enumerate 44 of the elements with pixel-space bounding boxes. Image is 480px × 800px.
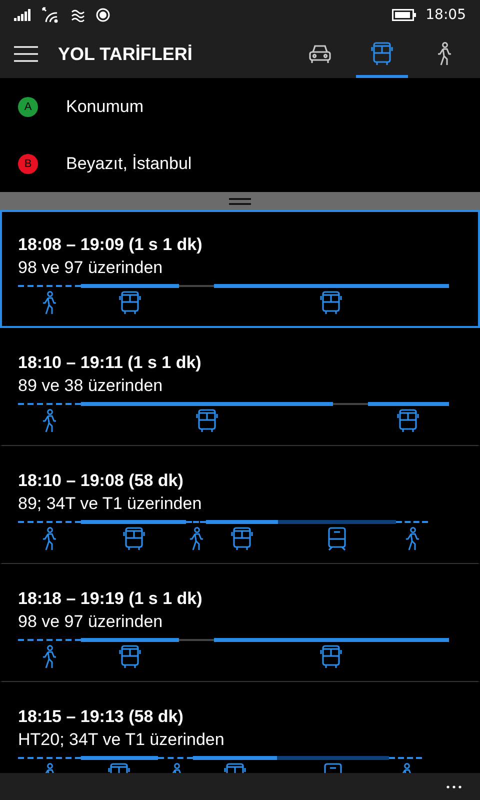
location-icon [96, 8, 110, 22]
route-time: 18:15 – 19:13 (58 dk) [18, 706, 184, 728]
walking-person-icon [40, 645, 58, 669]
clock-time: 18:05 [426, 7, 466, 23]
bus-icon [320, 291, 342, 315]
bus-icon [118, 645, 141, 669]
route-lines: 89; 34T ve T1 üzerinden [18, 493, 203, 515]
bus-icon [320, 645, 342, 669]
route-time: 18:18 – 19:19 (1 s 1 dk) [18, 588, 204, 610]
walking-person-icon [435, 42, 453, 66]
walking-person-icon [40, 409, 58, 433]
waypoint-label[interactable]: Beyazıt, İstanbul [66, 154, 192, 174]
route-time: 18:10 – 19:11 (1 s 1 dk) [18, 352, 202, 374]
battery-icon [392, 9, 416, 21]
more-icon[interactable] [446, 784, 462, 788]
drag-handle-icon[interactable] [229, 198, 251, 204]
route-option[interactable]: 18:08 – 19:09 (1 s 1 dk) 98 ve 97 üzerinden [0, 210, 480, 328]
waypoint-badge: B [18, 154, 38, 174]
waypoint-badge: A [18, 96, 38, 116]
bus-icon [397, 409, 420, 433]
sync-icon [70, 8, 86, 22]
bus-icon [196, 409, 218, 433]
walking-person-icon [40, 291, 58, 315]
signal-icon [14, 9, 32, 21]
route-time: 18:08 – 19:09 (1 s 1 dk) [18, 234, 204, 256]
route-lines: HT20; 34T ve T1 üzerinden [18, 729, 226, 751]
bus-icon [122, 527, 144, 551]
route-lines: 98 ve 97 üzerinden [18, 611, 164, 633]
bus-icon [371, 42, 393, 66]
route-time: 18:10 – 19:08 (58 dk) [18, 470, 184, 492]
route-lines: 98 ve 97 üzerinden [18, 257, 164, 279]
route-lines: 89 ve 38 üzerinden [18, 375, 164, 397]
bus-icon [230, 527, 253, 551]
walking-person-icon [40, 527, 58, 551]
page-title: YOL TARİFLERİ [58, 44, 194, 64]
wifi-icon [42, 7, 60, 23]
menu-icon[interactable] [14, 46, 38, 62]
bus-icon [118, 291, 141, 315]
car-icon [308, 43, 332, 65]
route-option[interactable]: 18:18 – 19:19 (1 s 1 dk) 98 ve 97 üzerinden [0, 564, 480, 682]
tram-icon [326, 527, 347, 551]
waypoint-label[interactable]: Konumum [66, 96, 144, 116]
route-option[interactable]: 18:10 – 19:08 (58 dk) 89; 34T ve T1 üzerinden [0, 446, 480, 564]
route-option[interactable]: 18:10 – 19:11 (1 s 1 dk) 89 ve 38 üzerinden [0, 328, 480, 446]
